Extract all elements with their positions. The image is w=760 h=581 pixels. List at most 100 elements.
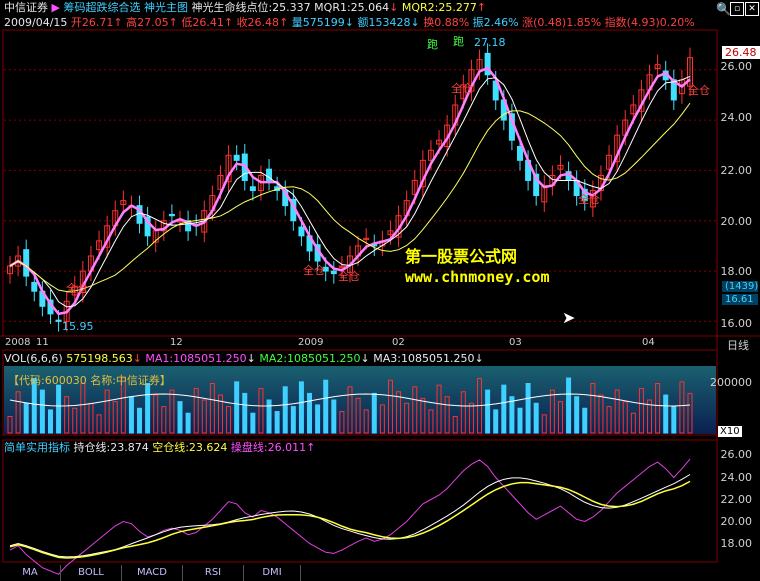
tick-26: 26.00 — [720, 60, 753, 73]
volume-bar — [582, 407, 588, 434]
ind-empty: 空仓线:23.624 — [152, 441, 228, 454]
mqr1: MQR1:25.064 — [314, 1, 390, 14]
candle-body — [31, 281, 38, 292]
btn-rsi[interactable]: RSI — [183, 565, 244, 581]
volume-header: VOL(6,6,6) 575198.563↓ MA1:1085051.250↓ … — [4, 352, 484, 365]
volume-bar — [242, 392, 248, 434]
amount: 额153428 — [357, 16, 411, 29]
candle-body — [23, 249, 30, 277]
vol-ma2: MA2:1085051.250 — [259, 352, 361, 365]
volume: 量575199 — [291, 16, 345, 29]
candle-body — [298, 226, 305, 237]
time-label-03: 03 — [509, 337, 522, 348]
indicator-operate-line — [9, 458, 691, 575]
run-label-1: 跑 — [427, 38, 438, 51]
full-pos-6: 全仓 — [451, 82, 473, 95]
volume-bar — [137, 407, 143, 434]
candle-body — [517, 146, 523, 161]
volume-bar — [290, 406, 296, 434]
run-label-2: 跑 — [453, 35, 464, 48]
ind-tick-18: 18.00 — [720, 537, 753, 550]
indicator-header: 简单实用指标 持仓线:23.874 空仓线:23.624 操盘线:26.011↑ — [4, 441, 316, 454]
low-label: 15.95 — [62, 320, 94, 333]
tick-16: 16.00 — [720, 317, 753, 330]
volume-bar — [23, 402, 29, 434]
volume-bar — [663, 394, 669, 434]
watermark-url: www.chnmoney.com — [405, 268, 550, 286]
high-label: 27.18 — [474, 36, 506, 49]
period-label[interactable]: 日线 — [727, 337, 749, 353]
indicator-1[interactable]: 筹码超跌综合选 — [63, 1, 140, 14]
volume-bar — [493, 409, 499, 434]
volume-bar — [282, 386, 288, 434]
mqr2: MQR2:25.277 — [401, 1, 477, 14]
volume-bar — [250, 412, 256, 434]
stock-name[interactable]: 中信证券 — [4, 1, 48, 14]
minimize-icon[interactable]: ▫ — [730, 2, 744, 16]
volume-bar — [501, 384, 507, 434]
full-pos-5: 全仓 — [688, 84, 710, 97]
cursor-icon: ➤ — [562, 308, 576, 327]
volume-bar — [307, 392, 313, 434]
ind-tick-20: 20.00 — [720, 515, 753, 528]
volume-bar — [331, 399, 337, 434]
close: 收26.48 — [236, 16, 280, 29]
full-pos-2: 全仓 — [303, 264, 325, 277]
open: 开26.71 — [70, 16, 114, 29]
volume-bar — [371, 392, 377, 434]
btn-ma[interactable]: MA — [0, 565, 61, 581]
volume-bar — [298, 381, 304, 434]
full-pos-3: 全仓 — [338, 270, 360, 283]
vol-title[interactable]: VOL(6,6,6) — [4, 352, 63, 365]
volume-bar — [566, 377, 572, 434]
chart-canvas[interactable] — [0, 0, 760, 581]
change: 涨(0.48)1.85% — [522, 16, 602, 29]
volume-bar — [671, 406, 677, 434]
volume-bar — [234, 381, 240, 434]
ind-operate: 操盘线:26.011 — [230, 441, 307, 454]
btn-macd[interactable]: MACD — [122, 565, 183, 581]
vol-ma3: MA3:1085051.250 — [373, 352, 475, 365]
tick-20: 20.00 — [720, 215, 753, 228]
ind-tick-24: 24.00 — [720, 471, 753, 484]
volume-bar — [574, 396, 580, 434]
vol-axis-label: 200000 — [710, 376, 752, 389]
volume-bar — [485, 389, 491, 434]
ind-title[interactable]: 简单实用指标 — [4, 441, 70, 454]
volume-bar — [266, 399, 272, 434]
vol-value: 575198.563 — [66, 352, 133, 365]
btn-dmi[interactable]: DMI — [244, 565, 301, 581]
volume-bar — [509, 396, 515, 434]
high: 高27.05 — [126, 16, 169, 29]
volume-bar — [525, 383, 531, 434]
indicator-2[interactable]: 神光主图 — [144, 1, 188, 14]
amplitude: 振2.46% — [472, 16, 519, 29]
volume-bar — [177, 401, 183, 434]
vol-overlay: 【代码:600030 名称:中信证券】 — [8, 374, 171, 387]
volume-bar — [533, 402, 539, 434]
turnover: 换0.88% — [423, 16, 470, 29]
full-pos-1: 全仓 — [66, 282, 88, 295]
candle-body — [330, 270, 337, 275]
volume-bar — [47, 409, 53, 434]
time-label-11: 11 — [36, 337, 49, 348]
watermark-title: 第一股票公式网 — [405, 247, 518, 266]
tick-24: 24.00 — [720, 111, 753, 124]
time-label-2008: 2008 — [5, 337, 31, 348]
close-icon[interactable]: ✕ — [745, 2, 759, 16]
volume-bar — [185, 412, 191, 434]
index-change: 指数(4.93)0.20% — [604, 16, 695, 29]
volume-bar — [323, 379, 329, 434]
current-price-badge: 26.48 — [722, 46, 760, 59]
btn-boll[interactable]: BOLL — [61, 565, 122, 581]
line-label: 神光生命线点位:25.337 — [191, 1, 311, 14]
time-label-2009: 2009 — [298, 337, 324, 348]
header-row-2: 2009/04/15 开26.71↑ 高27.05↑ 低26.41↑ 收26.4… — [4, 16, 695, 29]
tick-22: 22.00 — [720, 164, 753, 177]
volume-bar — [274, 411, 280, 434]
side-box-1: (1439) — [722, 281, 758, 292]
search-icon[interactable]: 🔍 — [716, 2, 731, 16]
time-label-02: 02 — [392, 337, 405, 348]
full-pos-4: 全仓 — [578, 193, 600, 206]
volume-bar — [517, 407, 523, 434]
